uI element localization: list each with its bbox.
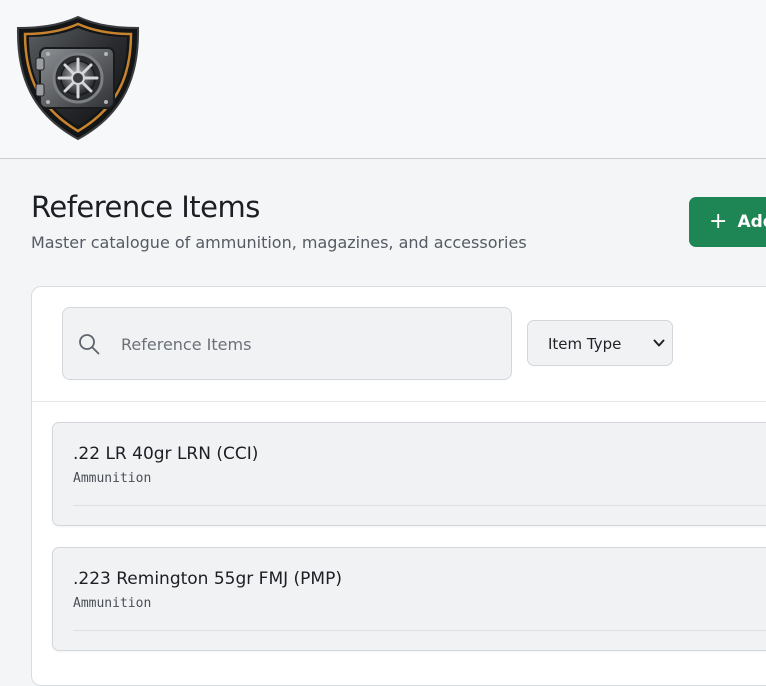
vault-shield-logo[interactable] [14,14,142,142]
reference-items-panel: Item Type .22 LR 40gr LRN (CCI) Ammuniti… [31,286,766,686]
divider [73,630,766,631]
add-reference-item-button[interactable]: + Add [689,197,766,247]
search-box[interactable] [62,307,512,380]
item-type: Ammunition [73,471,152,486]
chevron-down-icon [653,339,665,347]
plus-icon: + [709,209,728,234]
item-type: Ammunition [73,596,152,611]
search-input[interactable] [121,328,491,360]
add-button-label: Add [737,212,766,232]
page-subtitle: Master catalogue of ammunition, magazine… [31,233,527,252]
page-title: Reference Items [31,190,260,224]
item-type-select[interactable]: Item Type [527,320,673,366]
item-name: .223 Remington 55gr FMJ (PMP) [73,569,342,589]
list-item[interactable]: .22 LR 40gr LRN (CCI) Ammunition [52,422,766,526]
top-bar [0,0,766,159]
search-icon [79,334,100,355]
divider [73,505,766,506]
list-item[interactable]: .223 Remington 55gr FMJ (PMP) Ammunition [52,547,766,651]
item-type-select-value: Item Type [548,335,622,353]
item-name: .22 LR 40gr LRN (CCI) [73,444,259,464]
filter-bar: Item Type [32,287,766,402]
